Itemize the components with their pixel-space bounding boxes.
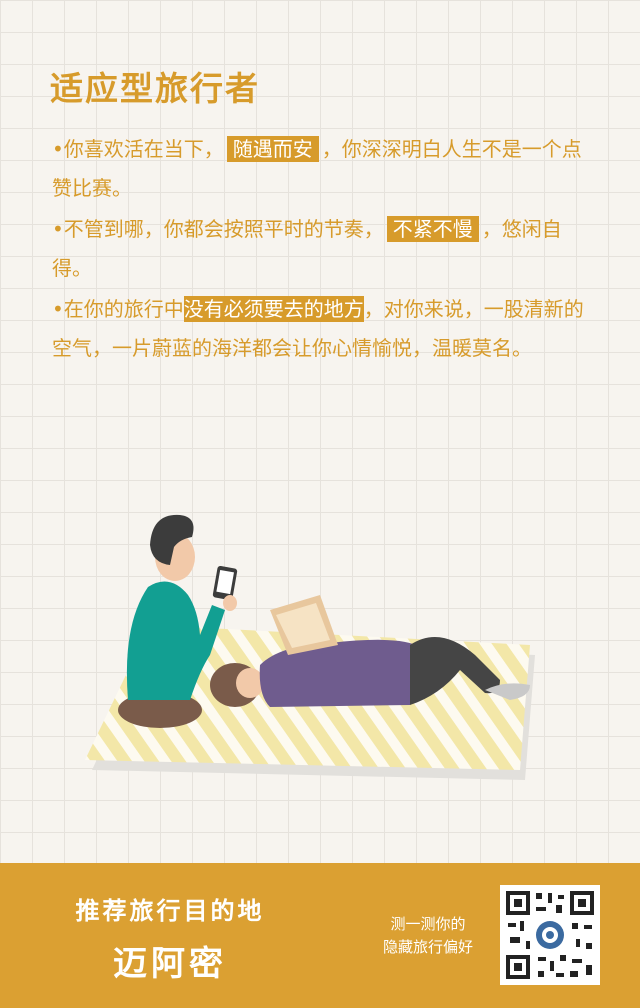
test-prompt-line-1: 测一测你的 — [390, 915, 466, 933]
paragraph-1: •你喜欢活在当下， 随遇而安 ，你深深明白人生不是一个点赞比赛。 — [52, 130, 592, 208]
paragraph-2: •不管到哪，你都会按照平时的节奏， 不紧不慢 ，悠闲自得。 — [52, 210, 592, 288]
destination-name: 迈阿密 — [113, 944, 227, 984]
qr-code-icon[interactable] — [500, 885, 600, 985]
paragraph-3-text-a: •在你的旅行中 — [52, 297, 184, 321]
paragraph-1-highlight: 随遇而安 — [226, 136, 319, 162]
paragraph-2-highlight: 不紧不慢 — [386, 216, 479, 242]
page-title: 适应型旅行者 — [50, 69, 260, 108]
paragraph-1-text-a: •你喜欢活在当下， — [52, 137, 224, 161]
footer-banner: 推荐旅行目的地 迈阿密 测一测你的 隐藏旅行偏好 — [0, 863, 640, 1008]
test-prompt-line-2: 隐藏旅行偏好 — [382, 938, 473, 956]
couple-picnic-illustration — [85, 514, 535, 780]
paragraph-3-highlight: 没有必须要去的地方 — [183, 296, 364, 322]
paragraph-2-text-a: •不管到哪，你都会按照平时的节奏， — [52, 217, 384, 241]
paragraph-3: •在你的旅行中没有必须要去的地方，对你来说，一股清新的空气，一片蔚蓝的海洋都会让… — [52, 290, 592, 368]
recommend-label: 推荐旅行目的地 — [75, 897, 265, 925]
test-prompt: 测一测你的 隐藏旅行偏好 — [368, 913, 488, 959]
